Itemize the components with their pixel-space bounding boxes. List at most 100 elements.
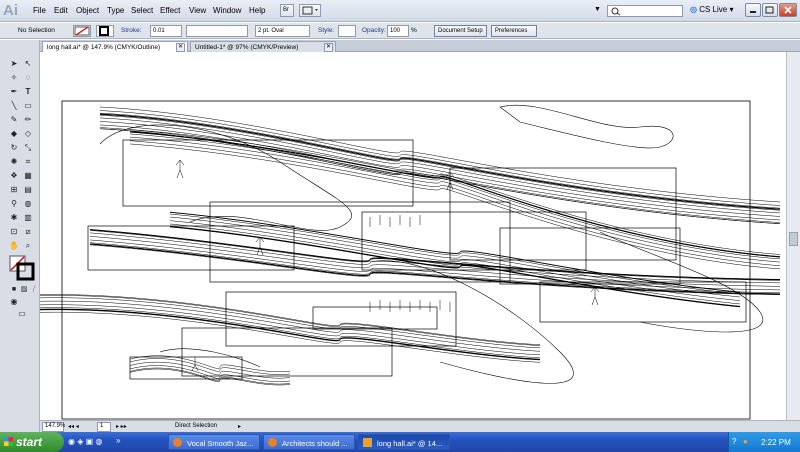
magic-wand-icon[interactable]: ✧	[8, 72, 20, 83]
style-dropdown[interactable]	[338, 25, 356, 37]
status-arrow-icon[interactable]: ▸	[238, 423, 241, 430]
current-tool-status[interactable]: Direct Selection	[175, 423, 217, 429]
system-tray: ? ● 2:22 PM	[728, 432, 800, 452]
menu-type[interactable]: Type	[107, 6, 124, 15]
selection-status: No Selection	[18, 27, 55, 34]
menu-edit[interactable]: Edit	[54, 6, 68, 15]
stroke-weight-field[interactable]: 0.01	[150, 25, 182, 37]
workspace-dropdown-icon[interactable]: ▼	[594, 6, 601, 13]
tab-untitled-1[interactable]: Untitled-1* @ 97% (CMYK/Preview) ✕	[190, 41, 336, 52]
symbol-sprayer-icon[interactable]: ✱	[8, 212, 20, 223]
eraser-icon[interactable]: ◇	[22, 128, 34, 139]
wave-stroke	[169, 216, 741, 298]
slice-icon[interactable]: ⧄	[22, 226, 34, 237]
free-transform-icon[interactable]: ⌗	[22, 156, 34, 167]
draw-mode-icon[interactable]: ◉	[8, 296, 20, 307]
tab-long-hall[interactable]: long hall.ai* @ 147.9% (CMYK/Outline) ✕	[42, 41, 188, 52]
direct-selection-icon[interactable]: ↖	[22, 58, 34, 69]
opacity-field[interactable]: 100	[387, 25, 409, 37]
style-label: Style:	[318, 27, 335, 34]
menu-view[interactable]: View	[189, 6, 206, 15]
artwork-outline-view[interactable]	[39, 52, 786, 420]
zoom-field[interactable]: 147.9%	[42, 422, 65, 432]
quick-launch-icons[interactable]: ◉ ◈ ▣ ◍	[68, 437, 102, 446]
none-mode-icon[interactable]: ⧸	[28, 284, 40, 295]
gradient-icon[interactable]: ▤	[22, 184, 34, 195]
taskbar-item-architects[interactable]: Architects should ...	[263, 434, 355, 450]
page-next-icon[interactable]: ▸ ▸▸	[116, 423, 127, 430]
rectangle-icon[interactable]: ▭	[22, 100, 34, 111]
pencil-icon[interactable]: ✏	[22, 114, 34, 125]
arrange-documents-button[interactable]	[299, 4, 321, 17]
menu-help[interactable]: Help	[249, 6, 265, 15]
wave-stroke	[39, 309, 541, 361]
quick-launch-expand-icon[interactable]: »	[116, 436, 120, 445]
fill-swatch[interactable]	[73, 25, 91, 37]
close-button[interactable]	[779, 3, 797, 17]
shape-builder-icon[interactable]: ❖	[8, 170, 20, 181]
eyedropper-icon[interactable]: ⚲	[8, 198, 20, 209]
variable-width-dropdown[interactable]	[186, 25, 248, 37]
no-fill-icon	[74, 26, 90, 36]
blend-icon[interactable]: ◍	[22, 198, 34, 209]
menu-effect[interactable]: Effect	[160, 6, 180, 15]
windows-taskbar: start ◉ ◈ ▣ ◍ » Vocal Smooth Jaz... Arch…	[0, 432, 800, 452]
taskbar-item-vocal[interactable]: Vocal Smooth Jaz...	[168, 434, 260, 450]
menu-select[interactable]: Select	[131, 6, 153, 15]
screen-mode-icon[interactable]: ▭	[14, 308, 30, 319]
artboard-icon[interactable]: ⊡	[8, 226, 20, 237]
bridge-button[interactable]: Br	[280, 4, 294, 17]
page-prev-icon[interactable]: ◂◂ ◂	[68, 423, 79, 430]
scale-icon[interactable]: ⤡	[22, 142, 34, 153]
type-icon[interactable]: T	[22, 86, 34, 97]
minimize-icon	[750, 11, 756, 13]
restore-button[interactable]	[762, 3, 778, 17]
document-setup-button[interactable]: Document Setup	[434, 25, 487, 37]
tab-close-icon[interactable]: ✕	[176, 43, 185, 52]
selection-arrow-icon[interactable]: ➤	[8, 58, 20, 69]
cs-live-icon: ◎	[690, 5, 697, 14]
tray-app-icon[interactable]: ●	[743, 437, 748, 446]
wave-stroke	[129, 133, 781, 260]
rotate-icon[interactable]: ↻	[8, 142, 20, 153]
illustrator-icon	[363, 438, 372, 447]
taskbar-item-illustrator[interactable]: long hall.ai* @ 14...	[358, 434, 450, 450]
mesh-icon[interactable]: ⊞	[8, 184, 20, 195]
perspective-grid-icon[interactable]: ▦	[22, 170, 34, 181]
pen-icon[interactable]: ✒	[8, 86, 20, 97]
wave-stroke	[129, 131, 781, 257]
brush-icon[interactable]: ✎	[8, 114, 20, 125]
menu-window[interactable]: Window	[213, 6, 241, 15]
cs-live-button[interactable]: ◎ CS Live ▾	[690, 5, 733, 14]
menu-object[interactable]: Object	[76, 6, 99, 15]
wave-stroke	[89, 242, 781, 293]
minimize-button[interactable]	[745, 3, 761, 17]
brush-dropdown[interactable]: 2 pt. Oval	[255, 25, 310, 37]
opacity-unit: %	[411, 27, 417, 34]
preferences-button[interactable]: Preferences	[491, 25, 537, 37]
graph-icon[interactable]: ▥	[22, 212, 34, 223]
scrollbar-thumb[interactable]	[789, 232, 798, 246]
warp-icon[interactable]: ✺	[8, 156, 20, 167]
stroke-swatch[interactable]	[96, 25, 114, 37]
fill-stroke-icon[interactable]	[9, 255, 35, 281]
search-input[interactable]	[607, 5, 683, 17]
tools-panel: ➤ ↖ ✧ ◌ ✒ T ╲ ▭ ✎ ✏ ◆ ◇ ↻ ⤡ ✺ ⌗ ❖ ▦ ⊞ ▤ …	[0, 40, 40, 432]
tab-close-icon[interactable]: ✕	[324, 43, 333, 52]
menu-bar: Ai File Edit Object Type Select Effect V…	[0, 0, 800, 22]
artboard-number-field[interactable]: 1	[97, 422, 111, 432]
canvas[interactable]	[39, 52, 786, 420]
arrange-icon	[302, 6, 318, 15]
clock[interactable]: 2:22 PM	[761, 438, 791, 447]
start-button[interactable]: start	[0, 432, 64, 452]
lasso-icon[interactable]: ◌	[22, 72, 34, 83]
blob-brush-icon[interactable]: ◆	[8, 128, 20, 139]
hand-icon[interactable]: ✋	[8, 240, 20, 251]
line-icon[interactable]: ╲	[8, 100, 20, 111]
tray-help-icon[interactable]: ?	[732, 437, 736, 446]
document-tab-bar: long hall.ai* @ 147.9% (CMYK/Outline) ✕ …	[40, 40, 800, 52]
menu-file[interactable]: File	[33, 6, 46, 15]
zoom-icon[interactable]: ⌕	[22, 240, 34, 251]
wave-stroke	[39, 304, 541, 356]
vertical-scrollbar[interactable]	[786, 52, 800, 420]
